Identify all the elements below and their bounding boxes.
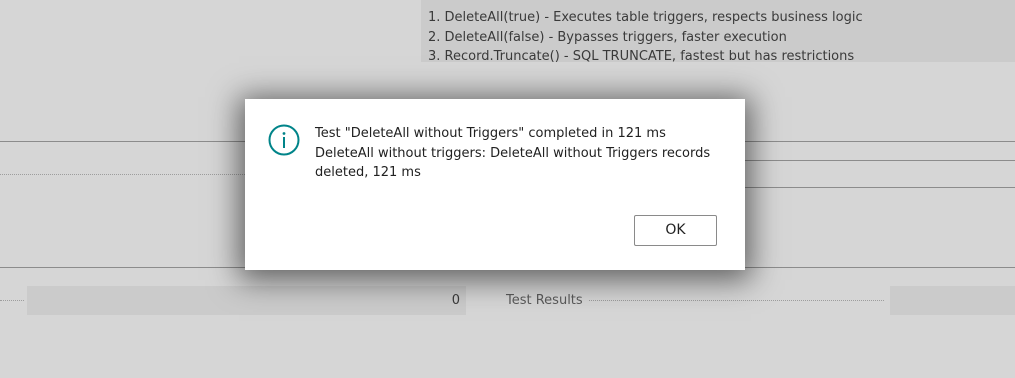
- note-line-3: 3. Record.Truncate() - SQL TRUNCATE, fas…: [428, 49, 855, 64]
- test-results-label: Test Results: [506, 287, 589, 314]
- message-dialog: Test "DeleteAll without Triggers" comple…: [245, 99, 745, 270]
- dialog-message-line-2: DeleteAll without triggers: DeleteAll wi…: [315, 145, 711, 181]
- ok-button[interactable]: OK: [634, 215, 717, 246]
- info-circle-icon: [268, 124, 300, 156]
- field-value: 0: [451, 293, 460, 308]
- dialog-message-line-1: Test "DeleteAll without Triggers" comple…: [315, 126, 666, 141]
- note-line-2: 2. DeleteAll(false) - Bypasses triggers,…: [428, 29, 787, 45]
- notes-panel: 1. DeleteAll(true) - Executes table trig…: [421, 0, 1015, 64]
- dialog-message: Test "DeleteAll without Triggers" comple…: [315, 124, 715, 183]
- divider: [745, 160, 1015, 161]
- divider: [745, 187, 1015, 188]
- dotted-divider: [0, 300, 24, 301]
- dotted-divider: [0, 174, 245, 175]
- test-results-field[interactable]: [890, 286, 1015, 315]
- note-line-1: 1. DeleteAll(true) - Executes table trig…: [428, 10, 863, 25]
